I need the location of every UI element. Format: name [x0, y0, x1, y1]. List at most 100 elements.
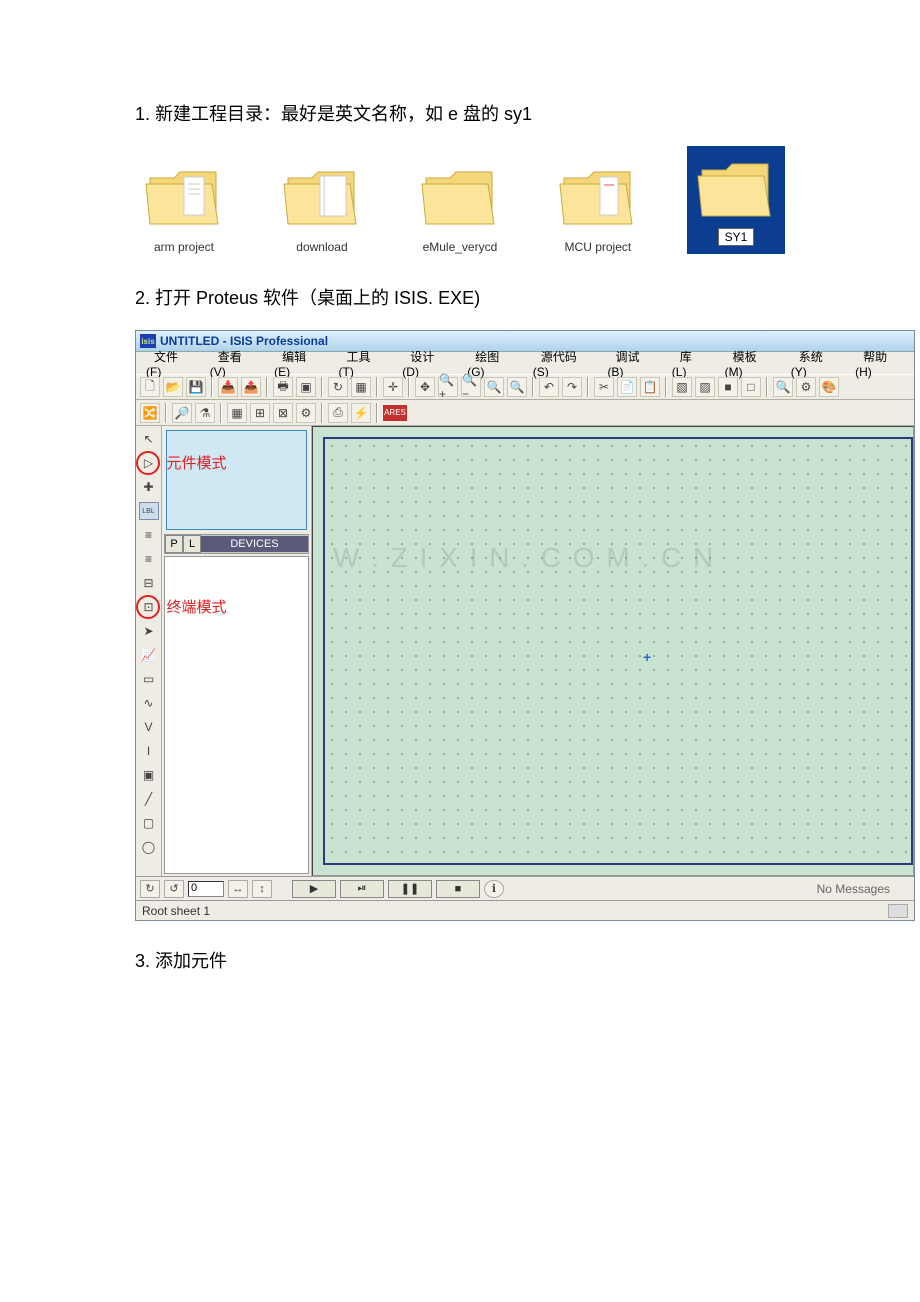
- tb-btn-a[interactable]: 📥: [218, 377, 238, 397]
- menu-library[interactable]: 库(L): [664, 346, 717, 381]
- del-sheet-button[interactable]: ⊞: [250, 403, 270, 423]
- mode-toolbar: ↖ ▷ 元件模式 ✚ LBL ≡ ≡ ⊟ ⊡ 终端模式 ➤ 📈 ▭: [136, 426, 162, 876]
- work-area: ↖ ▷ 元件模式 ✚ LBL ≡ ≡ ⊟ ⊡ 终端模式 ➤ 📈 ▭: [136, 426, 914, 876]
- block-rotate-button[interactable]: ■: [718, 377, 738, 397]
- editing-canvas[interactable]: W . Z I X I N . C O M . C N +: [312, 426, 914, 876]
- zoom-in-button[interactable]: 🔍+: [438, 377, 458, 397]
- folder-sy1-selected[interactable]: SY1: [687, 146, 785, 254]
- block-delete-button[interactable]: □: [741, 377, 761, 397]
- annotation-circle: [136, 451, 160, 475]
- terminal-mode-icon[interactable]: ⊡ 终端模式: [139, 598, 159, 616]
- circle-mode-icon[interactable]: ◯: [139, 838, 159, 856]
- pause-button[interactable]: ❚❚: [388, 880, 432, 898]
- flip-vertical-button[interactable]: ↕: [252, 880, 272, 898]
- redraw-button[interactable]: ↻: [328, 377, 348, 397]
- wire-auto-button[interactable]: 🔀: [140, 403, 160, 423]
- menubar: 文件(F) 查看(V) 编辑(E) 工具(T) 设计(D) 绘图(G) 源代码(…: [136, 352, 914, 374]
- overview-window[interactable]: [166, 430, 307, 530]
- tape-mode-icon[interactable]: ▭: [139, 670, 159, 688]
- watermark-text: W . Z I X I N . C O M . C N: [333, 542, 715, 574]
- text-script-mode-icon[interactable]: ≡: [139, 526, 159, 544]
- design-exp-button[interactable]: ⚙: [296, 403, 316, 423]
- pick-button[interactable]: 🔍: [773, 377, 793, 397]
- rotation-input[interactable]: 0: [188, 881, 224, 897]
- selection-mode-icon[interactable]: ↖: [139, 430, 159, 448]
- separator: [321, 377, 323, 397]
- rotate-ccw-button[interactable]: ↺: [164, 880, 184, 898]
- zoom-out-button[interactable]: 🔍−: [461, 377, 481, 397]
- generator-mode-icon[interactable]: ∿: [139, 694, 159, 712]
- bus-mode-icon[interactable]: ≡: [139, 550, 159, 568]
- status-bar: Root sheet 1: [136, 900, 914, 920]
- area-button[interactable]: ▣: [296, 377, 316, 397]
- scroll-grip[interactable]: [888, 904, 908, 918]
- make-button[interactable]: ⚙: [796, 377, 816, 397]
- redo-button[interactable]: ↷: [562, 377, 582, 397]
- step-button[interactable]: ⏯: [340, 880, 384, 898]
- current-probe-icon[interactable]: I: [139, 742, 159, 760]
- zoom-area-button[interactable]: 🔍: [507, 377, 527, 397]
- sheet-border: [323, 437, 913, 865]
- search-button[interactable]: 🔎: [172, 403, 192, 423]
- graph-mode-icon[interactable]: 📈: [139, 646, 159, 664]
- block-copy-button[interactable]: ▧: [672, 377, 692, 397]
- device-pin-mode-icon[interactable]: ➤: [139, 622, 159, 640]
- pan-button[interactable]: ✥: [415, 377, 435, 397]
- folder-label-editing[interactable]: SY1: [718, 228, 755, 246]
- voltage-probe-icon[interactable]: V: [139, 718, 159, 736]
- menu-help[interactable]: 帮助(H): [847, 346, 912, 381]
- goto-sheet-button[interactable]: ⊠: [273, 403, 293, 423]
- virtual-instrument-icon[interactable]: ▣: [139, 766, 159, 784]
- block-move-button[interactable]: ▨: [695, 377, 715, 397]
- separator: [165, 403, 167, 423]
- copy-button[interactable]: 📄: [617, 377, 637, 397]
- library-button[interactable]: L: [183, 535, 201, 553]
- zoom-all-button[interactable]: 🔍: [484, 377, 504, 397]
- prop-button[interactable]: ⚗: [195, 403, 215, 423]
- line-mode-icon[interactable]: ╱: [139, 790, 159, 808]
- origin-button[interactable]: ✛: [383, 377, 403, 397]
- subcircuit-mode-icon[interactable]: ⊟: [139, 574, 159, 592]
- save-button[interactable]: 💾: [186, 377, 206, 397]
- new-sheet-button[interactable]: ▦: [227, 403, 247, 423]
- info-icon[interactable]: ℹ: [484, 880, 504, 898]
- undo-button[interactable]: ↶: [539, 377, 559, 397]
- folder-mcu[interactable]: MCU project: [549, 162, 647, 254]
- play-button[interactable]: ▶: [292, 880, 336, 898]
- folder-download[interactable]: download: [273, 162, 371, 254]
- folder-emule[interactable]: eMule_verycd: [411, 162, 509, 254]
- label-mode-icon[interactable]: LBL: [139, 502, 159, 520]
- menu-system[interactable]: 系统(Y): [783, 346, 847, 381]
- tb-btn-b[interactable]: 📤: [241, 377, 261, 397]
- grid-button[interactable]: ▦: [351, 377, 371, 397]
- menu-template[interactable]: 模板(M): [717, 346, 783, 381]
- erc-button[interactable]: ⚡: [351, 403, 371, 423]
- component-mode-icon[interactable]: ▷ 元件模式: [139, 454, 159, 472]
- folder-label: eMule_verycd: [423, 240, 498, 254]
- component-mode-annotation: 元件模式: [167, 452, 227, 473]
- open-button[interactable]: 📂: [163, 377, 183, 397]
- box-mode-icon[interactable]: ▢: [139, 814, 159, 832]
- decor-button[interactable]: 🎨: [819, 377, 839, 397]
- menu-debug[interactable]: 调试(B): [599, 346, 663, 381]
- menu-tools[interactable]: 工具(T): [331, 346, 395, 381]
- bom-button[interactable]: ⎙: [328, 403, 348, 423]
- pick-devices-button[interactable]: P: [165, 535, 183, 553]
- menu-file[interactable]: 文件(F): [138, 346, 202, 381]
- second-toolbar: 🔀 🔎 ⚗ ▦ ⊞ ⊠ ⚙ ⎙ ⚡ ARES: [136, 400, 914, 426]
- menu-edit[interactable]: 编辑(E): [266, 346, 330, 381]
- menu-source[interactable]: 源代码(S): [525, 346, 600, 381]
- junction-mode-icon[interactable]: ✚: [139, 478, 159, 496]
- rotate-cw-button[interactable]: ↻: [140, 880, 160, 898]
- cut-button[interactable]: ✂: [594, 377, 614, 397]
- print-button[interactable]: 🖶: [273, 377, 293, 397]
- step2-title: 2. 打开 Proteus 软件（桌面上的 ISIS. EXE): [135, 284, 785, 310]
- ares-button[interactable]: ARES: [383, 405, 407, 421]
- folder-arm-project[interactable]: arm project: [135, 162, 233, 254]
- separator: [376, 403, 378, 423]
- paste-button[interactable]: 📋: [640, 377, 660, 397]
- flip-horizontal-button[interactable]: ↔: [228, 880, 248, 898]
- stop-button[interactable]: ■: [436, 880, 480, 898]
- new-button[interactable]: 🗋: [140, 377, 160, 397]
- menu-view[interactable]: 查看(V): [202, 346, 266, 381]
